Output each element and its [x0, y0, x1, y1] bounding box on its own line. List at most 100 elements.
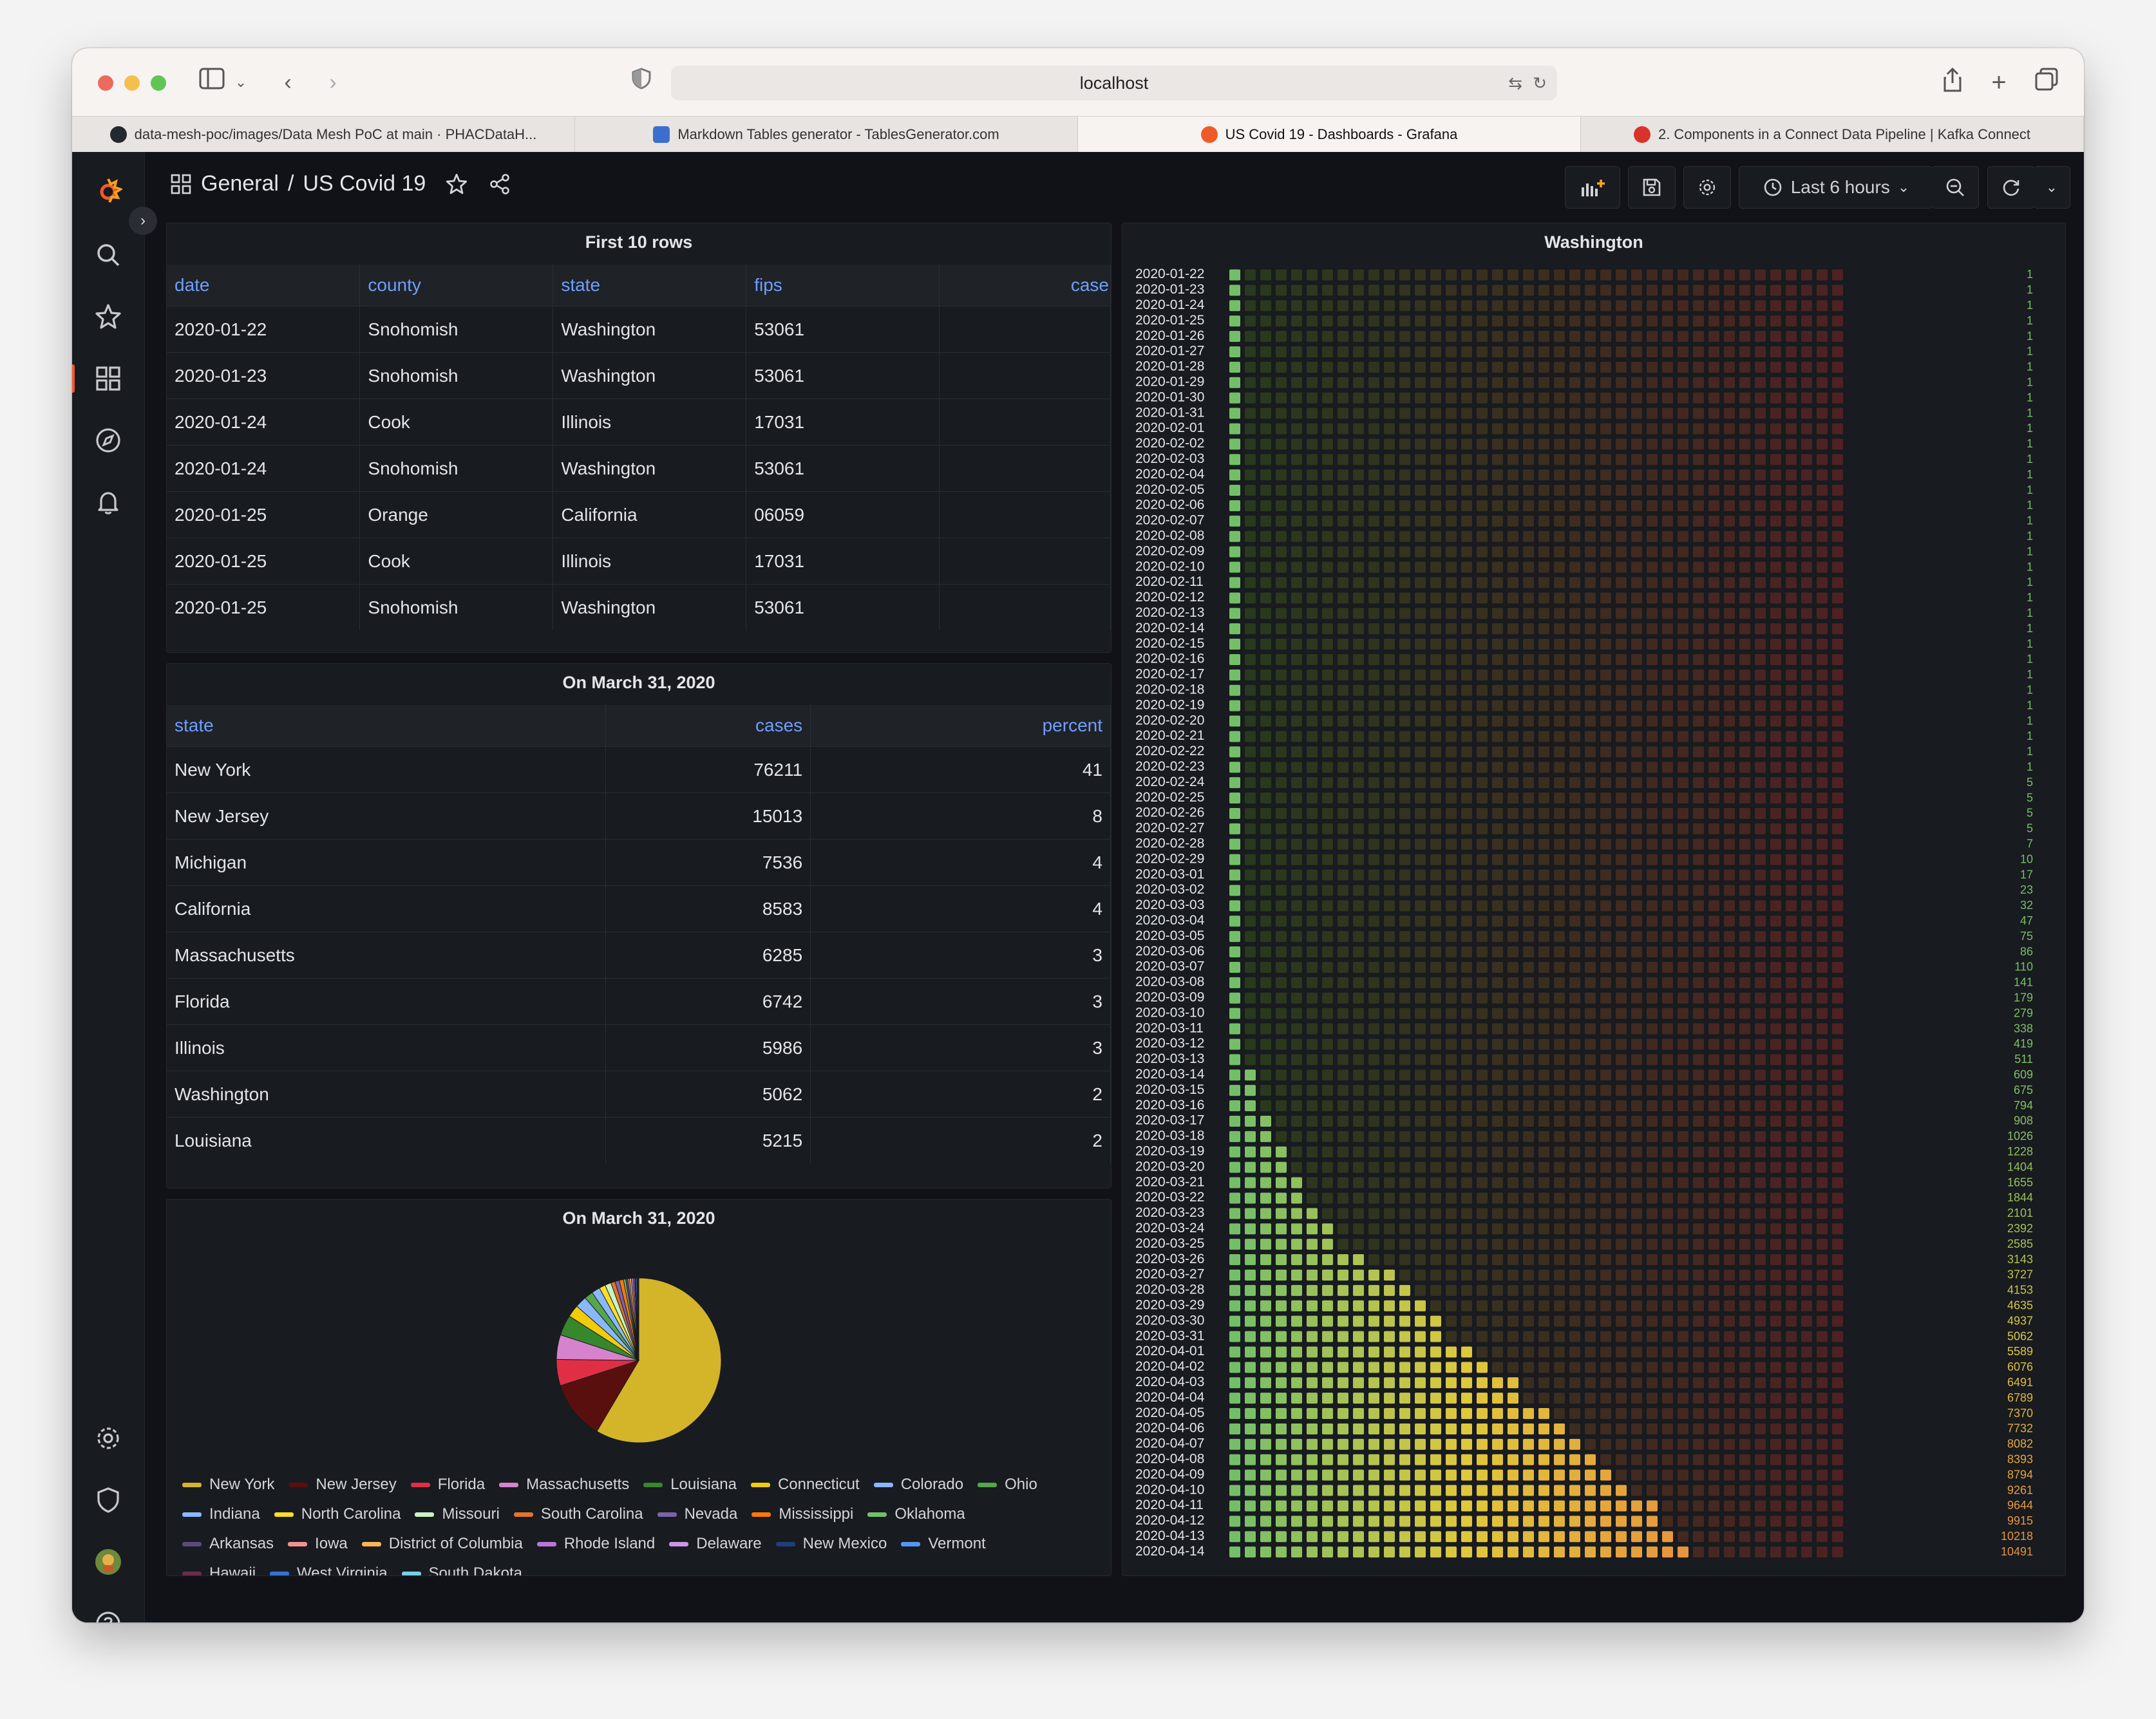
legend-item[interactable]: Hawaii — [182, 1564, 256, 1575]
gauge-cell-empty — [1693, 854, 1704, 865]
page-title[interactable]: US Covid 19 — [303, 171, 426, 196]
column-header-date[interactable]: date — [167, 265, 361, 306]
column-header-state[interactable]: state — [553, 265, 747, 306]
gauge-cell-empty — [1508, 331, 1518, 343]
share-icon[interactable] — [1940, 67, 1965, 97]
minimize-window-button[interactable] — [124, 75, 140, 91]
legend-item[interactable]: Rhode Island — [536, 1535, 655, 1553]
save-dashboard-button[interactable] — [1628, 166, 1676, 209]
sidebar-toggle-icon[interactable] — [197, 68, 227, 97]
grafana-logo-icon[interactable] — [90, 173, 126, 209]
gauge-cell-empty — [1368, 1100, 1379, 1112]
panel-title[interactable]: On March 31, 2020 — [167, 673, 1111, 693]
explore-compass-icon[interactable] — [90, 422, 126, 458]
dashboard-grid-icon — [171, 174, 191, 194]
gauge-cell-empty — [1399, 669, 1410, 681]
washington-cases-chart[interactable]: 2020-01-22 12020-01-23 12020-01-24 12020-01… — [1122, 262, 2065, 1575]
gauge-cell-empty — [1817, 1131, 1828, 1142]
translate-icon[interactable]: ⇆ — [1508, 66, 1522, 100]
legend-item[interactable]: Florida — [410, 1476, 485, 1494]
gauge-cell-empty — [1554, 807, 1565, 819]
new-tab-icon[interactable]: + — [1986, 68, 2012, 97]
shield-privacy-icon[interactable] — [629, 68, 654, 97]
gauge-cell-empty — [1585, 869, 1596, 881]
starred-icon[interactable] — [90, 299, 126, 335]
legend-item[interactable]: Delaware — [669, 1535, 762, 1553]
legend-item[interactable]: New Jersey — [288, 1476, 397, 1494]
legend-item[interactable]: Colorado — [873, 1476, 963, 1494]
share-icon[interactable] — [489, 173, 511, 195]
legend-item[interactable]: Connecticut — [750, 1476, 860, 1494]
legend-item[interactable]: Vermont — [901, 1535, 986, 1553]
panel-title[interactable]: Washington — [1122, 232, 2065, 252]
alerting-bell-icon[interactable] — [90, 484, 126, 520]
avatar[interactable] — [90, 1544, 126, 1580]
legend-item[interactable]: Massachusetts — [499, 1476, 629, 1494]
close-window-button[interactable] — [98, 75, 113, 91]
legend-item[interactable]: Missouri — [415, 1505, 500, 1523]
gauge-cell-empty — [1585, 885, 1596, 896]
gauge-cell-empty — [1786, 669, 1797, 681]
dashboard-settings-button[interactable] — [1683, 166, 1731, 209]
panel-title[interactable]: First 10 rows — [167, 232, 1111, 252]
search-icon[interactable] — [90, 237, 126, 273]
gauge-cell-empty — [1662, 1331, 1673, 1342]
pie-chart[interactable] — [167, 1245, 1111, 1457]
zoom-window-button[interactable] — [151, 75, 166, 91]
column-header-fips[interactable]: fips — [746, 265, 940, 306]
gauge-cell-empty — [1724, 361, 1735, 373]
column-header-cases[interactable]: cases — [605, 705, 811, 747]
legend-item[interactable]: New York — [182, 1476, 274, 1494]
tab-overview-icon[interactable] — [2032, 68, 2061, 97]
column-header-cases[interactable]: case — [939, 265, 1111, 306]
column-header-state[interactable]: state — [167, 705, 607, 747]
legend-item[interactable]: Oklahoma — [867, 1505, 965, 1523]
browser-tab-kafka-connect[interactable]: 2. Components in a Connect Data Pipeline… — [1581, 117, 2084, 152]
legend-item[interactable]: Ohio — [978, 1476, 1037, 1494]
gauge-cell-empty — [1353, 423, 1364, 435]
chevron-down-icon[interactable]: ⌄ — [233, 68, 249, 97]
column-header-county[interactable]: county — [359, 265, 554, 306]
star-icon[interactable] — [445, 173, 468, 196]
legend-item[interactable]: Louisiana — [643, 1476, 737, 1494]
legend-item[interactable]: Nevada — [657, 1505, 737, 1523]
breadcrumb-folder[interactable]: General — [201, 171, 279, 196]
gauge-cell-empty — [1415, 546, 1426, 558]
legend-item[interactable]: South Carolina — [513, 1505, 643, 1523]
server-admin-shield-icon[interactable] — [90, 1482, 126, 1518]
help-icon[interactable] — [90, 1606, 126, 1622]
back-arrow-icon[interactable]: ‹ — [277, 68, 299, 97]
legend-item[interactable]: South Dakota — [401, 1564, 522, 1575]
add-panel-button[interactable] — [1565, 166, 1620, 209]
gauge-cell-empty — [1384, 762, 1395, 773]
legend-item[interactable]: Indiana — [182, 1505, 260, 1523]
panel-title[interactable]: On March 31, 2020 — [167, 1208, 1111, 1228]
reload-icon[interactable]: ↻ — [1533, 66, 1547, 100]
browser-tab-tablesgenerator[interactable]: Markdown Tables generator - TablesGenera… — [575, 117, 1078, 152]
column-header-percent[interactable]: percent — [810, 705, 1111, 747]
forward-arrow-icon[interactable]: › — [322, 68, 344, 97]
legend-item[interactable]: Iowa — [288, 1535, 348, 1553]
browser-tab-github[interactable]: data-mesh-poc/images/Data Mesh PoC at ma… — [72, 117, 575, 152]
gauge-cell-filled — [1368, 1546, 1379, 1558]
legend-item[interactable]: Mississippi — [752, 1505, 853, 1523]
legend-item[interactable]: Arkansas — [182, 1535, 274, 1553]
address-bar[interactable]: localhost ⇆ ↻ — [671, 66, 1557, 100]
configuration-gear-icon[interactable] — [90, 1420, 126, 1456]
time-picker-button[interactable]: Last 6 hours ⌄ — [1739, 166, 1933, 209]
dashboards-icon[interactable] — [72, 361, 126, 397]
legend-item[interactable]: District of Columbia — [361, 1535, 523, 1553]
zoom-out-button[interactable] — [1932, 166, 1979, 209]
legend-item[interactable]: North Carolina — [274, 1505, 401, 1523]
gauge-cell-empty — [1461, 392, 1472, 404]
gauge-cell-empty — [1322, 423, 1333, 435]
browser-tab-grafana[interactable]: US Covid 19 - Dashboards - Grafana — [1078, 117, 1581, 152]
legend-item[interactable]: New Mexico — [775, 1535, 887, 1553]
legend-item[interactable]: West Virginia — [270, 1564, 388, 1575]
gauge-cell-filled — [1353, 1531, 1364, 1543]
expand-menu-button[interactable]: › — [129, 207, 157, 235]
gauge-cell-empty — [1461, 762, 1472, 773]
refresh-button[interactable] — [1987, 166, 2035, 209]
pie-slice[interactable] — [638, 1277, 639, 1361]
refresh-interval-dropdown[interactable]: ⌄ — [2034, 166, 2070, 209]
